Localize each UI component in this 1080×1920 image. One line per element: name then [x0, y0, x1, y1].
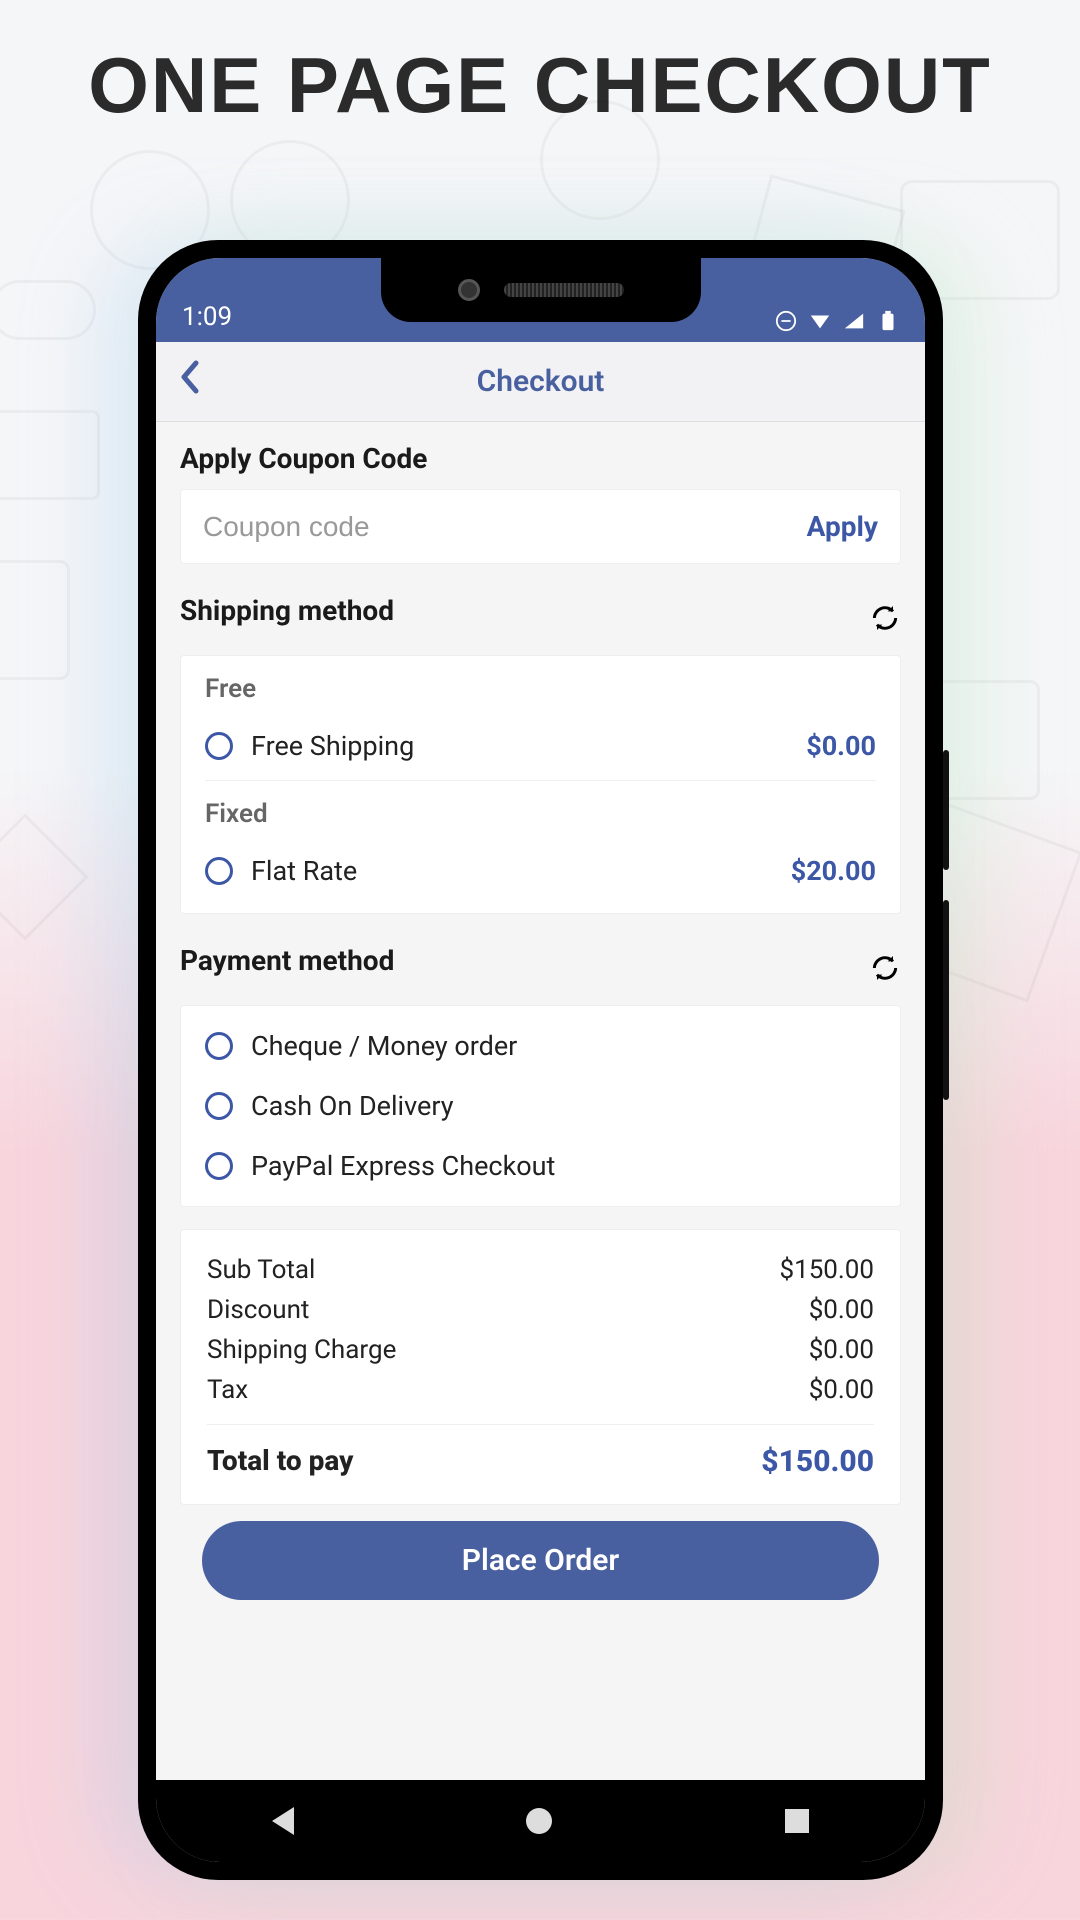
shipping-option-label: Free Shipping: [251, 730, 806, 762]
phone-screen: 1:09 Checkout Apply Coupon Code Apply: [156, 258, 925, 1862]
camera-icon: [458, 279, 480, 301]
total-label: Discount: [207, 1295, 309, 1325]
radio-icon: [205, 732, 233, 760]
radio-icon: [205, 1152, 233, 1180]
total-value: $150.00: [779, 1255, 874, 1285]
bg-deco: [0, 560, 70, 680]
android-nav-bar: [156, 1780, 925, 1862]
bg-deco: [0, 813, 89, 940]
status-icons: [775, 310, 899, 332]
wifi-icon: [809, 310, 831, 332]
nav-home-icon[interactable]: [526, 1808, 552, 1834]
divider: [207, 1424, 874, 1425]
coupon-input[interactable]: [203, 511, 807, 543]
battery-icon: [877, 310, 899, 332]
shipping-option-price: $0.00: [806, 730, 876, 762]
payment-option-label: PayPal Express Checkout: [251, 1150, 876, 1182]
total-value: $0.00: [809, 1335, 874, 1365]
shipping-card: Free Free Shipping $0.00 Fixed Flat Rate…: [180, 655, 901, 914]
dnd-icon: [775, 310, 797, 332]
payment-section-title: Payment method: [180, 944, 394, 977]
shipping-section: Shipping method Free Free Shipping $0.00…: [156, 572, 925, 922]
total-label: Sub Total: [207, 1255, 315, 1285]
payment-option-label: Cash On Delivery: [251, 1090, 876, 1122]
coupon-card: Apply: [180, 489, 901, 564]
payment-section: Payment method Cheque / Money order Cash…: [156, 922, 925, 1215]
page-title: Checkout: [156, 364, 925, 399]
total-value: $0.00: [809, 1375, 874, 1405]
total-row-shipping: Shipping Charge $0.00: [207, 1330, 874, 1370]
payment-option-label: Cheque / Money order: [251, 1030, 876, 1062]
nav-back-icon[interactable]: [272, 1807, 294, 1835]
coupon-section: Apply Coupon Code Apply: [156, 422, 925, 572]
radio-icon: [205, 857, 233, 885]
totals-section: Sub Total $150.00 Discount $0.00 Shippin…: [156, 1215, 925, 1608]
bg-deco: [540, 100, 660, 220]
status-time: 1:09: [182, 302, 232, 332]
payment-card: Cheque / Money order Cash On Delivery Pa…: [180, 1005, 901, 1207]
total-label: Tax: [207, 1375, 248, 1405]
total-row-subtotal: Sub Total $150.00: [207, 1250, 874, 1290]
total-value: $0.00: [809, 1295, 874, 1325]
back-button[interactable]: [178, 357, 200, 406]
grand-total-label: Total to pay: [207, 1444, 353, 1479]
coupon-section-title: Apply Coupon Code: [180, 442, 901, 475]
radio-icon: [205, 1092, 233, 1120]
refresh-icon[interactable]: [869, 602, 901, 634]
phone-side-button: [943, 900, 949, 1100]
shipping-section-title: Shipping method: [180, 594, 394, 627]
signal-icon: [843, 310, 865, 332]
total-row-discount: Discount $0.00: [207, 1290, 874, 1330]
app-header: Checkout: [156, 342, 925, 422]
content-area: Apply Coupon Code Apply Shipping method …: [156, 422, 925, 1780]
place-order-button[interactable]: Place Order: [202, 1521, 879, 1600]
bg-deco: [0, 410, 100, 500]
payment-option-paypal[interactable]: PayPal Express Checkout: [205, 1136, 876, 1196]
total-label: Shipping Charge: [207, 1335, 396, 1365]
shipping-group-label: Fixed: [205, 799, 876, 829]
phone-notch: [381, 258, 701, 322]
radio-icon: [205, 1032, 233, 1060]
grand-total-value: $150.00: [761, 1444, 874, 1479]
refresh-icon[interactable]: [869, 952, 901, 984]
total-row-tax: Tax $0.00: [207, 1370, 874, 1410]
apply-coupon-button[interactable]: Apply: [807, 510, 878, 543]
promo-title: ONE PAGE CHECKOUT: [0, 0, 1080, 131]
nav-recents-icon[interactable]: [785, 1809, 809, 1833]
payment-option-cheque[interactable]: Cheque / Money order: [205, 1016, 876, 1076]
shipping-option-free[interactable]: Free Shipping $0.00: [205, 720, 876, 781]
shipping-group-label: Free: [205, 674, 876, 704]
shipping-option-label: Flat Rate: [251, 855, 791, 887]
shipping-option-price: $20.00: [791, 855, 876, 887]
total-row-grand: Total to pay $150.00: [207, 1439, 874, 1484]
shipping-option-flat[interactable]: Flat Rate $20.00: [205, 845, 876, 905]
chevron-left-icon: [178, 359, 200, 395]
payment-option-cod[interactable]: Cash On Delivery: [205, 1076, 876, 1136]
speaker-icon: [504, 283, 624, 297]
phone-frame: 1:09 Checkout Apply Coupon Code Apply: [138, 240, 943, 1880]
bg-deco: [0, 280, 96, 340]
phone-side-button: [943, 750, 949, 870]
totals-card: Sub Total $150.00 Discount $0.00 Shippin…: [180, 1229, 901, 1505]
